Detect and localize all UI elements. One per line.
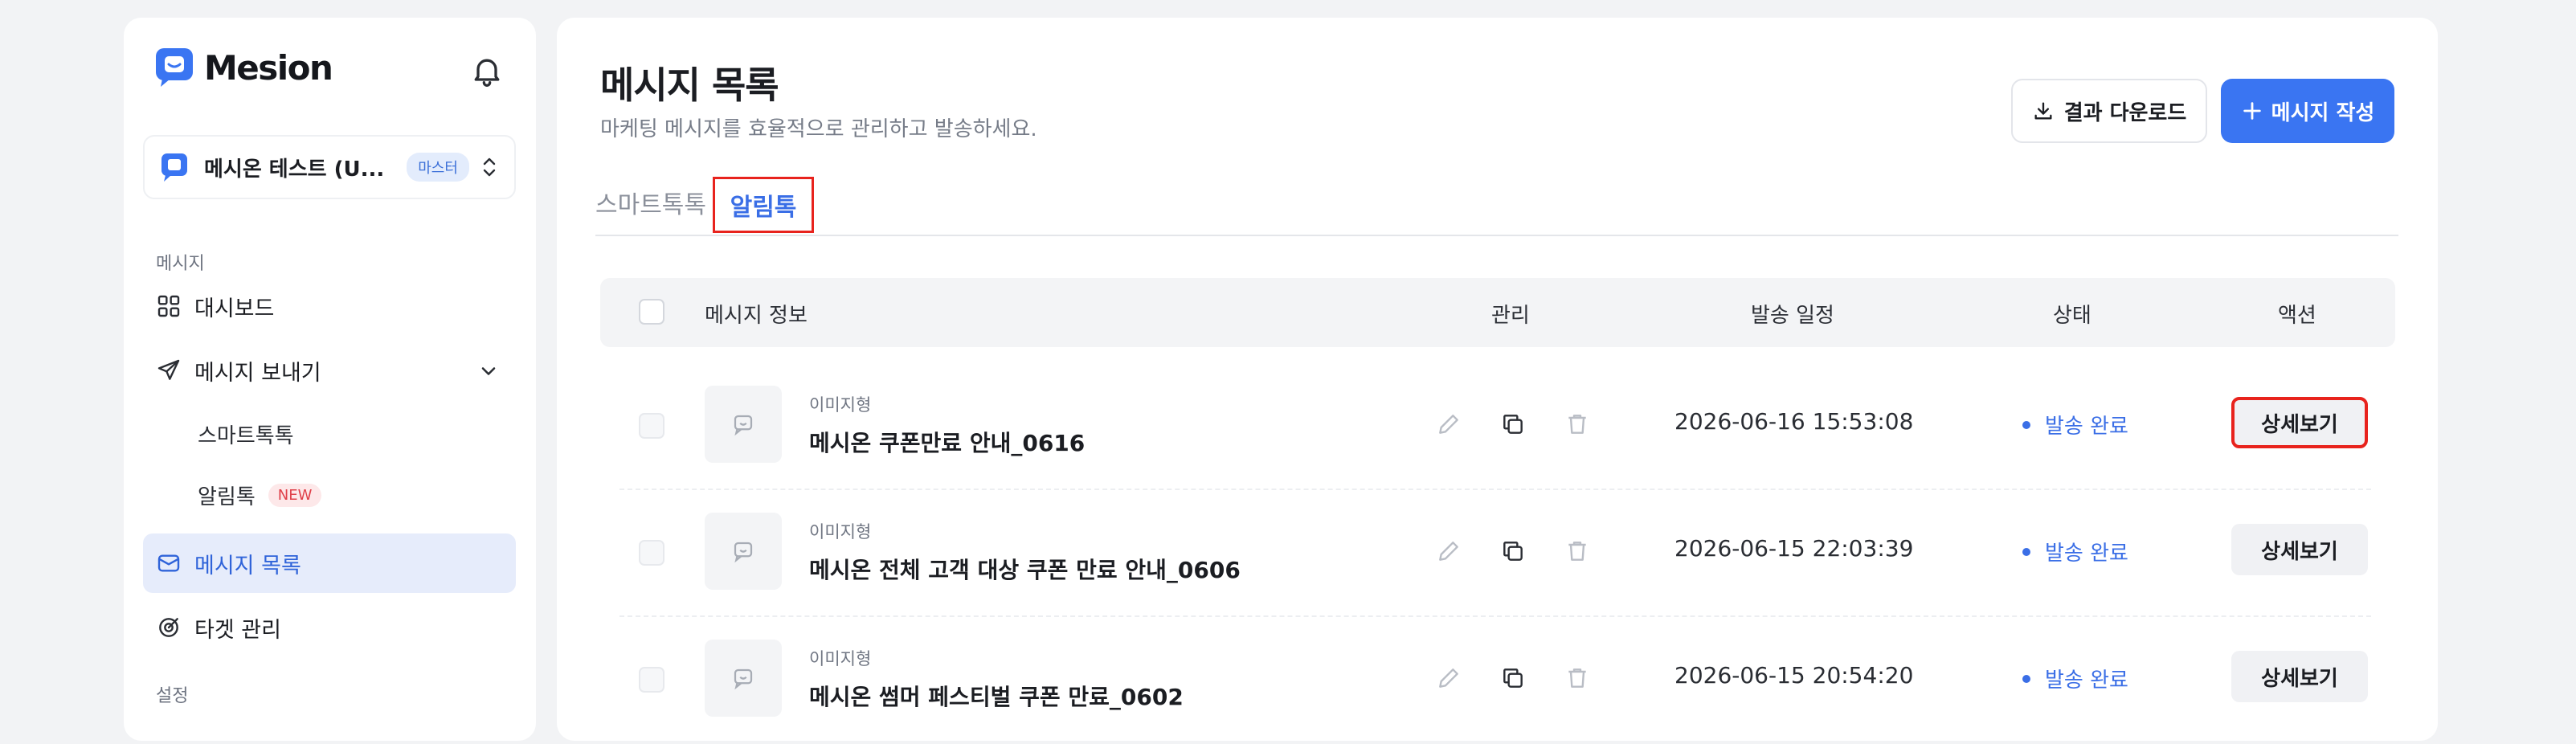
- trash-icon[interactable]: [1564, 538, 1590, 564]
- main-panel: 메시지 목록 마케팅 메시지를 효율적으로 관리하고 발송하세요. 결과 다운로…: [557, 18, 2438, 741]
- copy-icon[interactable]: [1500, 665, 1526, 691]
- tab-alimtalk[interactable]: 알림톡: [713, 177, 814, 233]
- download-icon: [2034, 102, 2052, 120]
- message-type: 이미지형: [809, 522, 872, 542]
- copy-icon[interactable]: [1500, 538, 1526, 564]
- sidebar-item-label: 스마트톡톡: [198, 424, 294, 448]
- image-message-icon: [734, 415, 753, 436]
- mail-icon: [157, 554, 180, 572]
- sidebar-item-send-message[interactable]: 메시지 보내기: [143, 341, 516, 400]
- trash-icon[interactable]: [1564, 411, 1590, 437]
- target-icon: [159, 618, 178, 637]
- page-title: 메시지 목록: [600, 63, 779, 107]
- page-subtitle: 마케팅 메시지를 효율적으로 관리하고 발송하세요.: [600, 117, 1037, 141]
- create-label: 메시지 작성: [2271, 100, 2375, 125]
- row-checkbox[interactable]: [639, 540, 664, 566]
- header-send-date: 발송 일정: [1751, 304, 1834, 328]
- mesion-logo-icon: [156, 48, 193, 87]
- edit-pencil-icon[interactable]: [1436, 665, 1462, 691]
- status-badge: 발송 완료: [2022, 410, 2128, 439]
- edit-pencil-icon[interactable]: [1436, 538, 1462, 564]
- workspace-name: 메시온 테스트 (U...: [204, 157, 385, 182]
- sidebar-item-label: 메시지 보내기: [194, 360, 321, 386]
- image-message-icon: [734, 668, 753, 690]
- sidebar-item-label: 타겟 관리: [194, 617, 281, 643]
- message-thumbnail: [705, 386, 782, 463]
- message-thumbnail: [705, 513, 782, 590]
- tab-smarttalk[interactable]: 스마트톡톡: [595, 185, 706, 220]
- chevron-up-down-icon: [483, 157, 496, 177]
- row-checkbox[interactable]: [639, 667, 664, 693]
- select-all-checkbox[interactable]: [639, 299, 664, 325]
- chevron-down-icon[interactable]: [477, 360, 500, 382]
- new-badge: NEW: [268, 484, 322, 507]
- download-label: 결과 다운로드: [2063, 100, 2187, 125]
- section-label-message: 메시지: [156, 254, 205, 274]
- sidebar: Mesion 메시온 테스트 (U... 마스터 메시지 대시보드 메시지 보내…: [124, 18, 536, 741]
- send-date: 2026-06-15 22:03:39: [1674, 535, 1914, 562]
- header-message-info: 메시지 정보: [705, 304, 808, 328]
- trash-icon[interactable]: [1564, 665, 1590, 691]
- role-badge: 마스터: [407, 153, 469, 182]
- send-date: 2026-06-15 20:54:20: [1674, 662, 1914, 689]
- message-title[interactable]: 메시온 쿠폰만료 안내_0616: [809, 426, 1085, 458]
- status-dot: [2022, 547, 2030, 556]
- workspace-selector[interactable]: 메시온 테스트 (U... 마스터: [143, 135, 516, 199]
- sidebar-item-alimtalk[interactable]: 알림톡 NEW: [198, 480, 322, 510]
- sidebar-item-label: 메시지 목록: [194, 553, 301, 578]
- sidebar-item-dashboard[interactable]: 대시보드: [143, 276, 516, 336]
- create-message-button[interactable]: 메시지 작성: [2221, 79, 2394, 143]
- status-text: 발송 완료: [2045, 415, 2128, 439]
- view-details-button[interactable]: 상세보기: [2231, 651, 2368, 702]
- sidebar-item-smarttalk[interactable]: 스마트톡톡: [198, 419, 294, 449]
- message-title[interactable]: 메시온 전체 고객 대상 쿠폰 만료 안내_0606: [809, 553, 1241, 585]
- dashboard-grid-icon: [157, 295, 180, 317]
- bell-icon[interactable]: [469, 53, 505, 88]
- status-text: 발송 완료: [2045, 668, 2128, 693]
- copy-icon[interactable]: [1500, 411, 1526, 437]
- table-header: 메시지 정보 관리 발송 일정 상태 액션: [600, 278, 2395, 347]
- paper-plane-icon: [157, 359, 180, 380]
- view-details-button[interactable]: 상세보기: [2231, 397, 2368, 448]
- header-action: 액션: [2278, 304, 2316, 328]
- status-badge: 발송 완료: [2022, 664, 2128, 693]
- sidebar-item-message-list[interactable]: 메시지 목록: [143, 533, 516, 593]
- download-results-button[interactable]: 결과 다운로드: [2011, 79, 2207, 143]
- section-label-settings: 설정: [156, 686, 189, 706]
- sidebar-item-label: 알림톡: [198, 485, 256, 509]
- table-row: 이미지형 메시온 썸머 페스티벌 쿠폰 만료_0602 2026-06-15 2…: [600, 617, 2395, 744]
- message-type: 이미지형: [809, 649, 872, 668]
- status-dot: [2022, 420, 2030, 429]
- sidebar-item-label: 대시보드: [194, 296, 275, 321]
- table-row: 이미지형 메시온 전체 고객 대상 쿠폰 만료 안내_0606 2026-06-…: [600, 490, 2395, 617]
- send-date: 2026-06-16 15:53:08: [1674, 408, 1914, 435]
- header-manage: 관리: [1491, 304, 1530, 328]
- status-text: 발송 완료: [2045, 542, 2128, 566]
- view-details-button[interactable]: 상세보기: [2231, 524, 2368, 575]
- tabs-divider: [595, 235, 2398, 236]
- brand-name: Mesion: [204, 47, 333, 88]
- message-thumbnail: [705, 640, 782, 717]
- workspace-logo-icon: [162, 153, 187, 182]
- message-title[interactable]: 메시온 썸머 페스티벌 쿠폰 만료_0602: [809, 680, 1184, 712]
- brand-logo[interactable]: Mesion: [154, 47, 333, 88]
- sidebar-item-target[interactable]: 타겟 관리: [143, 598, 516, 657]
- header-status: 상태: [2053, 304, 2091, 328]
- table-row: 이미지형 메시온 쿠폰만료 안내_0616 2026-06-16 15:53:0…: [600, 363, 2395, 490]
- plus-icon: [2243, 102, 2261, 120]
- message-type: 이미지형: [809, 395, 872, 415]
- image-message-icon: [734, 542, 753, 563]
- status-dot: [2022, 674, 2030, 683]
- row-checkbox[interactable]: [639, 413, 664, 439]
- status-badge: 발송 완료: [2022, 537, 2128, 566]
- edit-pencil-icon[interactable]: [1436, 411, 1462, 437]
